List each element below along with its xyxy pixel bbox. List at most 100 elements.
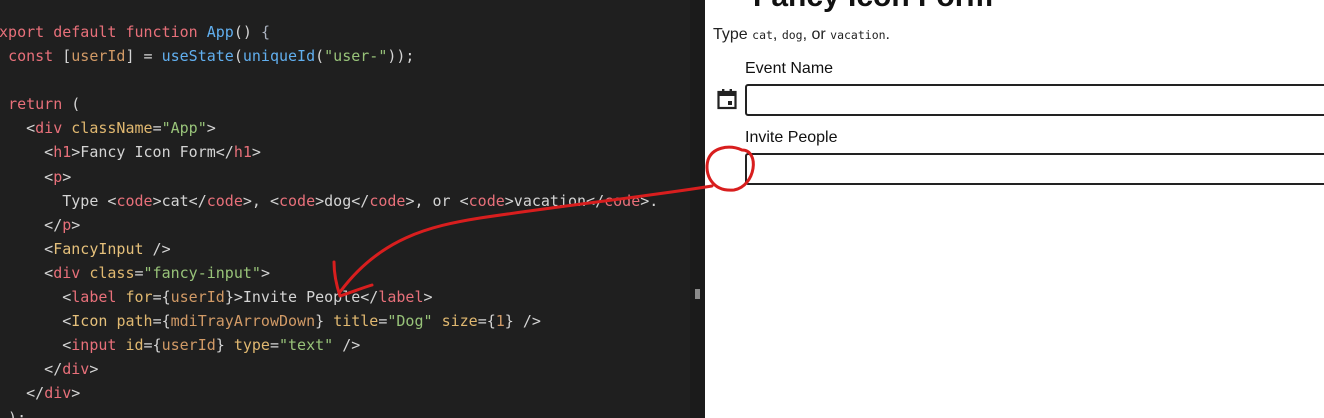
code-token-plain: />	[143, 239, 171, 258]
intro-sep-or: , or	[802, 26, 831, 43]
code-token-attr: className	[71, 119, 153, 138]
code-token-tag: code	[468, 191, 505, 210]
code-token-plain: >dog</	[315, 191, 370, 210]
code-token-plain: <	[62, 312, 72, 331]
code-line: <div class="fancy-input">	[0, 261, 658, 285]
code-token-tag: label	[71, 288, 126, 307]
code-token-plain: >	[206, 119, 216, 138]
code-token-plain: >vacation</	[504, 191, 605, 210]
code-token-attr: type	[233, 336, 270, 355]
code-editor[interactable]: export default function App() { const [u…	[0, 0, 705, 418]
code-token-plain: ={	[152, 312, 171, 331]
code-token-plain: );	[8, 408, 27, 418]
code-token-tag: code	[116, 191, 153, 210]
code-token-tag: input	[71, 336, 126, 355]
code-token-tag: h1	[233, 143, 252, 162]
code-token-plain: >, <	[242, 191, 279, 210]
code-token-string: "text"	[279, 336, 334, 355]
code-line: Type <code>cat</code>, <code>dog</code>,…	[0, 189, 658, 213]
code-line: <FancyInput />	[0, 237, 658, 261]
invite-people-label: Invite People	[745, 129, 838, 146]
code-token-tag: p	[53, 167, 63, 186]
code-token-plain: }	[215, 336, 234, 355]
code-token-plain: >	[71, 384, 81, 403]
code-token-attr: title	[333, 312, 379, 331]
code-token-var: userId	[161, 336, 216, 355]
code-token-plain: >	[423, 288, 433, 307]
code-vacation: vacation	[830, 28, 886, 42]
code-token-plain: </	[44, 215, 63, 234]
code-token-attr: id	[125, 336, 144, 355]
code-token-plain: ={	[477, 312, 496, 331]
code-line: export default function App() {	[0, 20, 658, 44]
code-token-plain: ] =	[125, 47, 162, 66]
code-token-keyword: return	[8, 95, 72, 114]
code-token-plain: (	[315, 47, 325, 66]
event-name-input[interactable]	[745, 84, 1324, 116]
pane-splitter[interactable]	[690, 0, 705, 418]
code-token-plain: =	[152, 119, 162, 138]
code-token-plain: ={	[143, 336, 162, 355]
code-token-string: "fancy-input"	[143, 263, 261, 282]
code-token-plain: =	[269, 336, 279, 355]
code-token-keyword: function	[125, 23, 207, 41]
intro-suffix: .	[885, 26, 890, 43]
event-name-label: Event Name	[745, 60, 834, 77]
code-token-plain: }>Invite People</	[224, 288, 379, 307]
code-line: </div>	[0, 381, 658, 405]
code-token-plain: >cat</	[152, 191, 207, 210]
code-token-var: mdiTrayArrowDown	[170, 312, 316, 331]
code-token-attr: size	[441, 312, 478, 331]
code-token-plain: </	[26, 384, 45, 403]
code-token-plain: >	[251, 143, 261, 162]
code-token-tag: div	[53, 263, 90, 282]
code-token-tag: h1	[53, 143, 72, 162]
code-token-var: 1	[495, 312, 505, 331]
code-cat: cat	[752, 28, 773, 42]
code-token-keyword: export default	[0, 23, 126, 41]
code-token-tag: label	[378, 288, 424, 307]
invite-people-input[interactable]	[745, 153, 1324, 185]
code-token-tag: div	[35, 119, 72, 138]
code-token-comp: Icon	[71, 312, 117, 331]
code-token-plain: <	[26, 119, 36, 138]
code-token-func: uniqueId	[242, 47, 316, 66]
code-line: <h1>Fancy Icon Form</h1>	[0, 140, 658, 164]
code-token-plain: <	[44, 167, 54, 186]
code-token-plain: >	[89, 360, 99, 379]
code-token-plain: >, or <	[405, 191, 469, 210]
code-token-tag: div	[44, 384, 72, 403]
code-line: const [userId] = useState(uniqueId("user…	[0, 44, 658, 68]
code-token-attr: class	[89, 263, 135, 282]
code-token-attr: for	[125, 288, 153, 307]
code-token-tag: div	[62, 360, 90, 379]
code-token-tag: p	[62, 215, 72, 234]
code-token-tag: code	[279, 191, 316, 210]
code-line: <label for={userId}>Invite People</label…	[0, 285, 658, 309]
code-content[interactable]: export default function App() { const [u…	[0, 20, 658, 418]
code-token-punct: {	[260, 23, 270, 41]
code-token-func: App	[206, 23, 234, 41]
code-token-var: userId	[170, 288, 225, 307]
splitter-handle[interactable]	[695, 289, 700, 299]
code-token-plain: ={	[152, 288, 171, 307]
code-line: <div className="App">	[0, 116, 658, 140]
code-token-plain: } />	[504, 312, 541, 331]
code-token-string: "App"	[161, 119, 207, 138]
code-token-tag: code	[604, 191, 641, 210]
code-token-plain: <	[62, 336, 72, 355]
code-token-plain: >	[71, 215, 81, 234]
code-token-plain: [	[62, 47, 72, 66]
code-token-tag: code	[369, 191, 406, 210]
page-title: Fancy Icon Form	[753, 0, 993, 14]
preview-pane: Fancy Icon Form Type cat, dog, or vacati…	[705, 0, 1324, 418]
calendar-icon	[717, 89, 737, 110]
code-dog: dog	[781, 28, 803, 42]
code-token-string: "user-"	[324, 47, 388, 66]
code-token-plain: >Fancy Icon Form</	[71, 143, 234, 162]
code-line: );	[0, 406, 658, 418]
code-token-plain: =	[134, 263, 144, 282]
code-token-plain: <	[62, 288, 72, 307]
